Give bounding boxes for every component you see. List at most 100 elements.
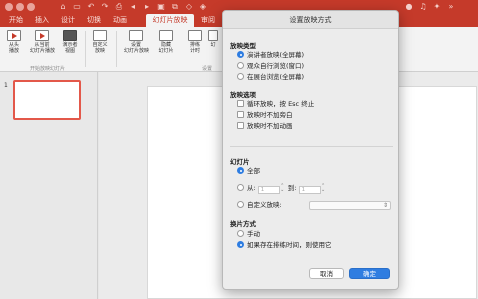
show-type-kiosk-label: 在展台浏览(全屏幕) [247,73,305,81]
arrow-left-icon[interactable]: ◂ [128,2,138,12]
music-icon[interactable]: ♫ [418,2,428,12]
advance-use-timings-label: 如果存在排练时间，则使用它 [247,241,332,249]
slides-heading: 幻灯片 [230,158,250,166]
presenter-view-button[interactable]: 演示者 视图 [58,30,82,64]
option-no-narration[interactable]: 放映时不加旁白 [237,111,293,120]
slide-thumbnail[interactable] [13,80,81,120]
print-icon[interactable]: ⎙ [114,2,124,12]
show-type-window-label: 观众自行浏览(窗口) [247,62,305,70]
custom-show-label: 自定义 放映 [92,42,108,54]
radio-icon[interactable] [237,201,244,208]
hide-slide-button[interactable]: 隐藏 幻灯片 [154,30,178,64]
undo-icon[interactable]: ↶ [86,2,96,12]
rehearse-timings-button[interactable]: 排练 计时 [183,30,207,64]
option-no-animation[interactable]: 放映时不加动画 [237,122,293,131]
chat-icon[interactable]: ● [404,2,414,12]
more-icon[interactable]: » [446,2,456,12]
setup-slide-show-button[interactable]: 设置 幻灯片放映 [124,30,150,64]
cancel-button[interactable]: 取消 [309,268,344,279]
format-icon[interactable]: ◈ [198,2,208,12]
radio-selected-icon[interactable] [237,241,244,248]
radio-icon[interactable] [237,62,244,69]
from-label: 从: [247,184,256,192]
tab-home[interactable]: 开始 [4,14,28,27]
setup-show-dialog: 设置放映方式 放映类型 演讲者放映(全屏幕) 观众自行浏览(窗口) 在展台浏览(… [222,10,399,290]
play-from-current-label: 从当前 幻灯片播放 [30,42,56,54]
advance-manual-label: 手动 [247,230,260,238]
show-type-kiosk[interactable]: 在展台浏览(全屏幕) [237,73,304,82]
image-icon[interactable]: ▣ [156,2,166,12]
slides-custom[interactable]: 自定义放映: [237,201,282,210]
slides-range[interactable]: 从: 1⌃ ⌄ 到: 1⌃ ⌄ [237,184,329,194]
option-loop[interactable]: 循环放映，按 Esc 终止 [237,100,314,109]
minimize-window-button[interactable] [16,3,24,11]
presenter-view-label: 演示者 视图 [62,42,78,54]
home-icon[interactable]: ⌂ [58,2,68,12]
show-type-presenter-label: 演讲者放映(全屏幕) [247,51,305,59]
copy-icon[interactable]: ⧉ [170,2,180,12]
setup-slide-show-label: 设置 幻灯片放映 [124,42,150,54]
radio-icon[interactable] [237,230,244,237]
record-icon [208,30,218,41]
show-type-window[interactable]: 观众自行浏览(窗口) [237,62,304,71]
radio-icon[interactable] [237,184,244,191]
to-field[interactable]: 1 [298,186,321,194]
to-stepper-icon[interactable]: ⌃ ⌄ [321,184,326,193]
rehearse-timings-icon [188,30,202,41]
show-type-presenter[interactable]: 演讲者放映(全屏幕) [237,51,304,60]
show-type-heading: 放映类型 [230,42,256,50]
tab-design[interactable]: 设计 [56,14,80,27]
play-from-start-icon [7,30,21,41]
tab-review[interactable]: 审阅 [196,14,220,27]
custom-show-select[interactable]: ⇕ [309,201,391,210]
checkbox-icon[interactable] [237,111,244,118]
advance-use-timings[interactable]: 如果存在排练时间，则使用它 [237,241,332,250]
checkbox-icon[interactable] [237,100,244,107]
checkbox-icon[interactable] [237,122,244,129]
show-options-heading: 放映选项 [230,91,256,99]
group-label-setup: 设置 [202,66,213,72]
custom-show-select-label: 自定义放映: [247,201,282,209]
play-from-current-button[interactable]: 从当前 幻灯片播放 [30,30,56,64]
save-icon[interactable]: ▭ [72,2,82,12]
slides-all[interactable]: 全部 [237,167,260,176]
zoom-window-button[interactable] [27,3,35,11]
to-label: 到: [287,184,297,192]
settings-icon[interactable]: ✦ [432,2,442,12]
tab-animations[interactable]: 动画 [108,14,132,27]
close-window-button[interactable] [5,3,13,11]
radio-selected-icon[interactable] [237,167,244,174]
record-slide-show-button[interactable]: 幻 [205,30,221,64]
option-no-animation-label: 放映时不加动画 [247,122,293,130]
advance-heading: 换片方式 [230,220,256,228]
slides-all-label: 全部 [247,167,260,175]
setup-slide-show-icon [129,30,143,41]
rehearse-timings-label: 排练 计时 [189,42,200,54]
arrow-right-icon[interactable]: ▸ [142,2,152,12]
presenter-view-icon [63,30,77,41]
play-from-start-label: 从头 播放 [8,42,19,54]
select-arrows-icon: ⇕ [382,202,388,209]
custom-show-button[interactable]: 自定义 放映 [88,30,112,64]
option-loop-label: 循环放映，按 Esc 终止 [247,100,315,108]
section-divider [230,146,393,147]
option-no-narration-label: 放映时不加旁白 [247,111,293,119]
radio-selected-icon[interactable] [237,51,244,58]
tab-slide-show[interactable]: 幻灯片放映 [146,14,194,27]
custom-show-icon [93,30,107,41]
from-stepper-icon[interactable]: ⌃ ⌄ [280,184,285,193]
from-field[interactable]: 1 [257,186,280,194]
radio-icon[interactable] [237,73,244,80]
play-from-start-button[interactable]: 从头 播放 [2,30,26,64]
shape-icon[interactable]: ◇ [184,2,194,12]
tab-transitions[interactable]: 切换 [82,14,106,27]
group-label-start-show: 开始放映幻灯片 [30,66,66,72]
redo-icon[interactable]: ↷ [100,2,110,12]
slide-thumbnail-pane: 1 [0,72,98,299]
advance-manual[interactable]: 手动 [237,230,260,239]
ribbon-divider [116,31,117,67]
ribbon-divider [85,31,86,67]
tab-insert[interactable]: 插入 [30,14,54,27]
ok-button[interactable]: 确定 [349,268,390,279]
slide-number: 1 [4,82,8,89]
